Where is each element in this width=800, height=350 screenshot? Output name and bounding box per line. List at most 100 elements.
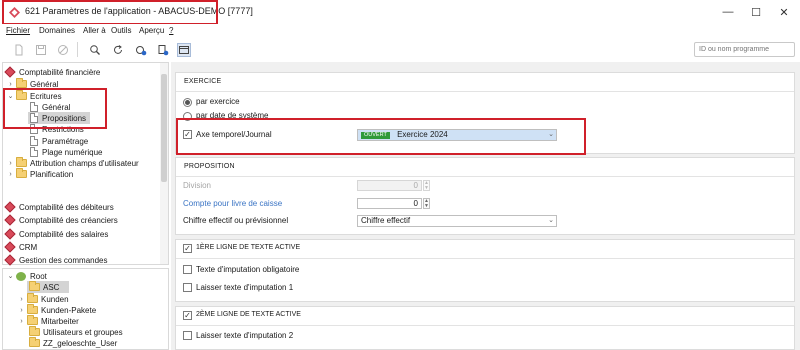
laisser-texte-2-checkbox[interactable] <box>183 331 192 340</box>
tree-item-label: Mitarbeiter <box>41 316 79 326</box>
folder-icon <box>29 337 40 347</box>
folder-icon <box>27 293 38 303</box>
texte-obligatoire-label: Texte d'imputation obligatoire <box>196 265 300 274</box>
compte-label[interactable]: Compte pour livre de caisse <box>183 199 282 208</box>
division-label: Division <box>183 181 212 190</box>
menu-outils[interactable]: Outils <box>111 26 131 35</box>
tree2-item-zz-geloeschte[interactable]: ZZ_geloeschte_User <box>27 337 117 349</box>
new-document-icon[interactable] <box>12 43 26 57</box>
title-highlight-box <box>2 0 218 25</box>
root-icon <box>16 271 26 281</box>
compte-spinner[interactable]: ▲ ▼ <box>423 198 430 209</box>
menu-domaines[interactable]: Domaines <box>39 26 75 35</box>
chevron-right-icon[interactable]: › <box>18 318 25 325</box>
exercice-highlight-box <box>176 118 586 155</box>
proposition-header: PROPOSITION <box>184 163 235 170</box>
module-salaires[interactable]: Comptabilité des salaires <box>3 228 160 240</box>
panel-divider <box>176 325 794 326</box>
minimize-button[interactable]: — <box>714 2 742 22</box>
settings-icon[interactable] <box>134 43 148 57</box>
maximize-button[interactable]: ☐ <box>742 2 770 22</box>
tree-item-label: Planification <box>30 169 74 179</box>
radio-par-exercice-label: par exercice <box>196 97 240 106</box>
module-crm[interactable]: CRM <box>3 241 160 253</box>
tree2-item-asc[interactable]: ASC <box>27 281 69 293</box>
save-icon[interactable] <box>34 43 48 57</box>
folder-icon <box>27 304 38 314</box>
tree-item-label: Plage numérique <box>42 147 103 157</box>
tree-item-label: Paramétrage <box>42 136 89 146</box>
module-comptabilite-financiere[interactable]: Comptabilité financière <box>3 66 160 78</box>
tree-item-label: ASC <box>43 282 60 292</box>
module-label: Comptabilité des débiteurs <box>19 202 114 212</box>
cancel-icon[interactable] <box>56 43 70 57</box>
module-label: CRM <box>19 242 38 252</box>
chiffre-combo[interactable]: Chiffre effectif ⌄ <box>357 215 557 227</box>
ligne2-header: 2ÈME LIGNE DE TEXTE ACTIVE <box>196 311 301 318</box>
ligne1-header: 1ÈRE LIGNE DE TEXTE ACTIVE <box>196 244 301 251</box>
chevron-right-icon[interactable]: › <box>18 307 25 314</box>
menu-help[interactable]: ? <box>169 26 173 35</box>
module-label: Gestion des commandes <box>19 255 108 265</box>
laisser-texte-1-label: Laisser texte d'imputation 1 <box>196 283 294 292</box>
menu-fichier[interactable]: Fichier <box>6 26 30 35</box>
folder-icon <box>16 168 27 178</box>
tree-scrollbar-thumb[interactable] <box>161 74 167 182</box>
panel-divider <box>176 176 794 177</box>
module-gestion-commandes[interactable]: Gestion des commandes <box>3 254 160 266</box>
division-field[interactable]: 0 <box>357 180 422 191</box>
module-label: Comptabilité financière <box>19 67 101 77</box>
folder-icon <box>29 281 40 291</box>
search-icon[interactable] <box>88 43 102 57</box>
chevron-right-icon[interactable]: › <box>18 296 25 303</box>
ligne2-checkbox[interactable]: ✓ <box>183 311 192 320</box>
module-diamond-icon <box>4 201 16 213</box>
refresh-icon[interactable] <box>111 43 125 57</box>
tree-item-label: Root <box>30 271 47 281</box>
toolbar-separator <box>77 42 78 57</box>
menu-apercu[interactable]: Aperçu <box>139 26 164 35</box>
chevron-right-icon[interactable]: › <box>7 171 14 178</box>
module-diamond-icon <box>4 66 16 78</box>
module-label: Comptabilité des salaires <box>19 229 109 239</box>
chiffre-value: Chiffre effectif <box>361 216 411 225</box>
module-creanciers[interactable]: Comptabilité des créanciers <box>3 214 160 226</box>
tree-item-label: Kunden <box>41 294 69 304</box>
folder-icon <box>16 157 27 167</box>
ligne1-checkbox[interactable]: ✓ <box>183 244 192 253</box>
chevron-down-icon[interactable]: ⌄ <box>7 273 14 280</box>
module-diamond-icon <box>4 241 16 253</box>
ecritures-highlight-box <box>3 88 107 129</box>
chevron-down-icon[interactable]: ⌄ <box>548 216 554 226</box>
texte-obligatoire-checkbox[interactable] <box>183 265 192 274</box>
document-icon <box>30 147 38 157</box>
chiffre-label: Chiffre effectif ou prévisionnel <box>183 216 289 225</box>
tree-item-label: Utilisateurs et groupes <box>43 327 123 337</box>
chevron-right-icon[interactable]: › <box>7 81 14 88</box>
tree-item-label: Kunden-Pakete <box>41 305 97 315</box>
panel-divider <box>176 91 794 92</box>
close-button[interactable]: ✕ <box>770 2 798 22</box>
menu-aller-a[interactable]: Aller à <box>83 26 106 35</box>
folder-icon <box>16 78 27 88</box>
compte-field[interactable]: 0 <box>357 198 422 209</box>
module-label: Comptabilité des créanciers <box>19 215 118 225</box>
folder-icon <box>27 315 38 325</box>
panel-divider <box>176 258 794 259</box>
module-diamond-icon <box>4 228 16 240</box>
division-spinner[interactable]: ▲ ▼ <box>423 180 430 191</box>
tree-item-planification[interactable]: › Planification <box>7 168 73 180</box>
info-icon[interactable] <box>156 43 170 57</box>
laisser-texte-1-checkbox[interactable] <box>183 283 192 292</box>
window-icon[interactable] <box>177 43 191 57</box>
folder-icon <box>29 326 40 336</box>
tree-item-label: Attribution champs d'utilisateur <box>30 158 139 168</box>
module-diamond-icon <box>4 214 16 226</box>
radio-par-exercice[interactable] <box>183 98 192 107</box>
chevron-right-icon[interactable]: › <box>7 160 14 167</box>
program-search-input[interactable] <box>694 42 795 57</box>
module-diamond-icon <box>4 254 16 266</box>
module-debiteurs[interactable]: Comptabilité des débiteurs <box>3 201 160 213</box>
exercice-header: EXERCICE <box>184 78 222 85</box>
document-icon <box>30 136 38 146</box>
